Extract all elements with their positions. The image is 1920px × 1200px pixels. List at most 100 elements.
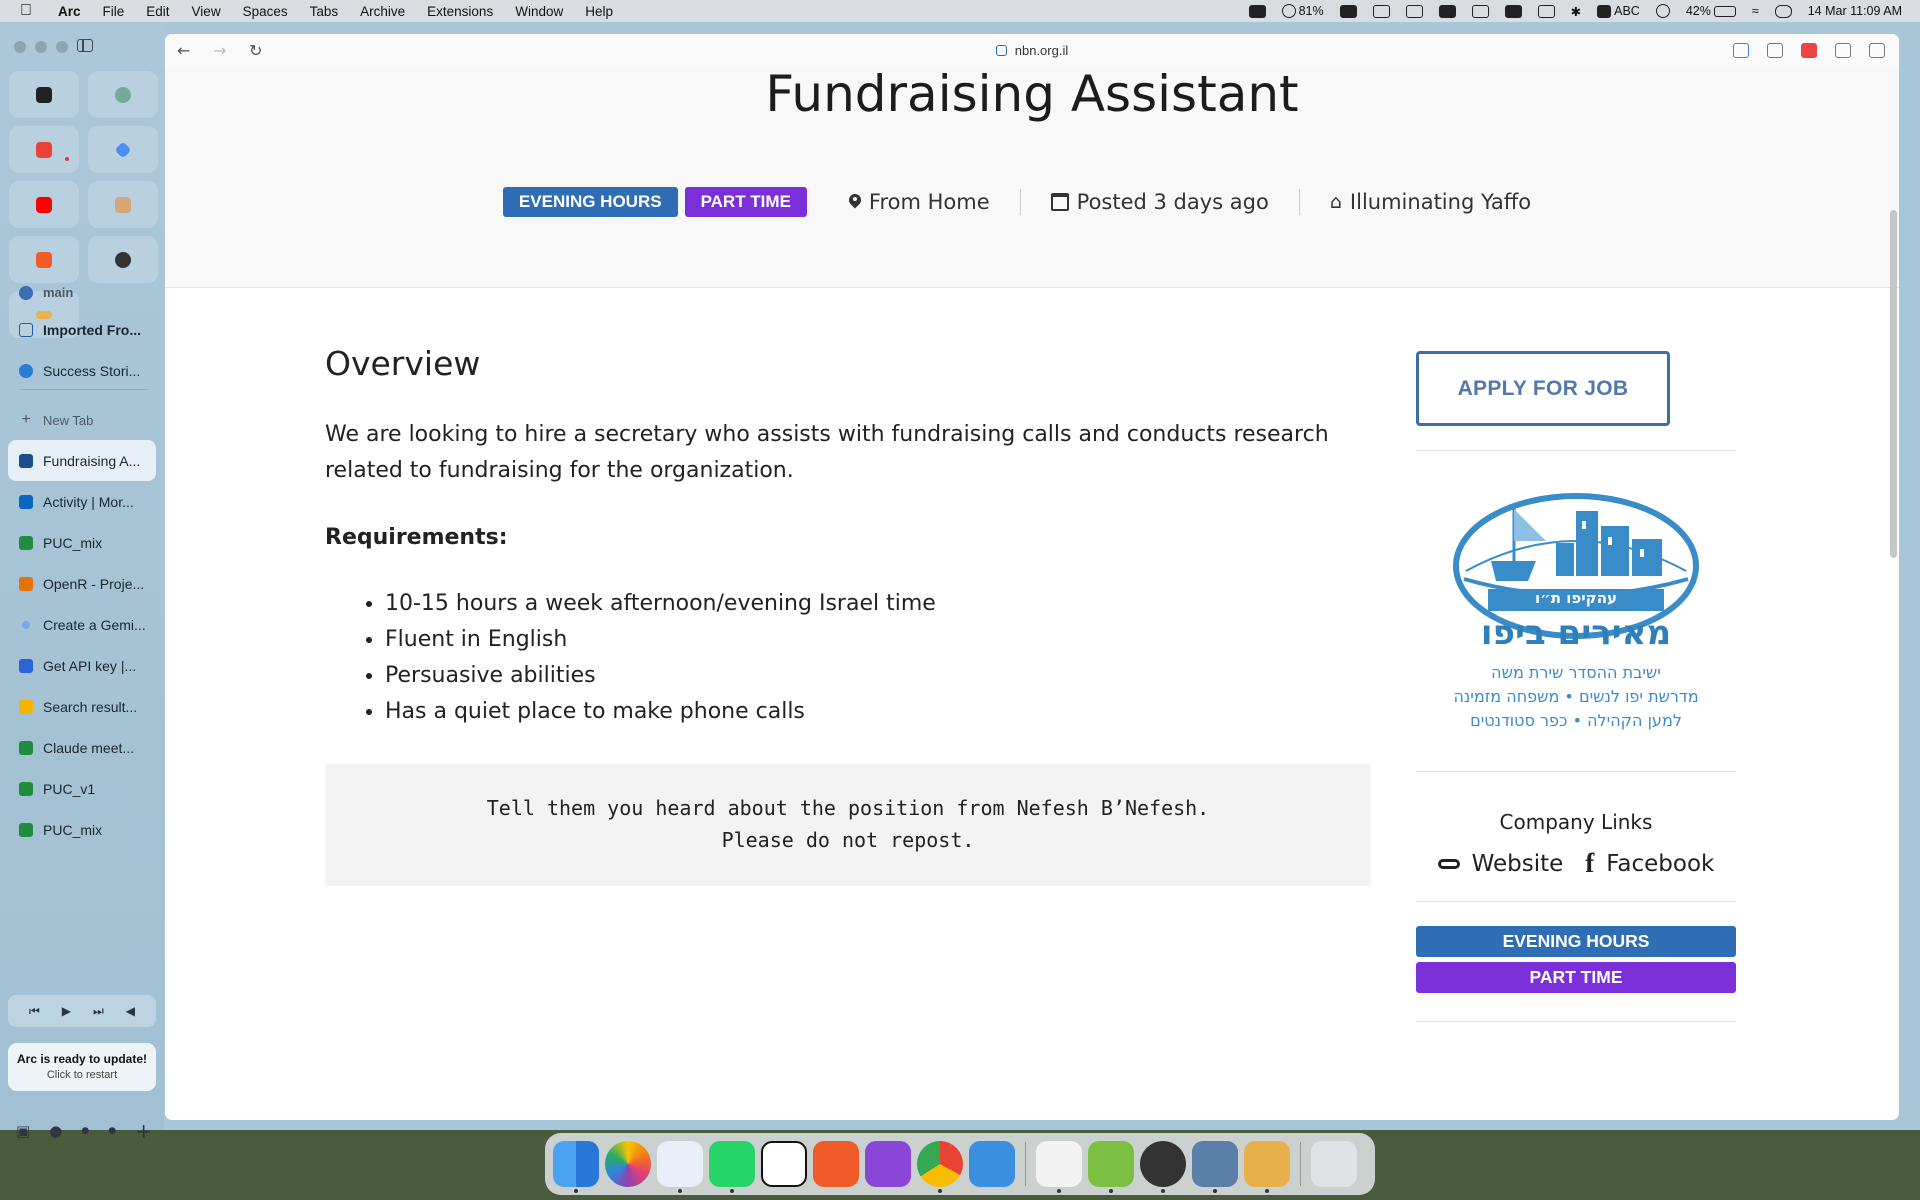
tab-item[interactable]: OpenR - Proje... [8,563,156,604]
menu-spaces[interactable]: Spaces [243,4,288,19]
pinned-folder-imported[interactable]: Imported Fro... [8,309,156,350]
xcode-icon[interactable] [1244,1141,1290,1193]
previous-track-icon[interactable]: ⏮ [29,1004,40,1019]
skype-icon[interactable] [1339,4,1357,18]
notion-icon[interactable] [761,1141,807,1187]
tab-item[interactable]: Create a Gemi... [8,604,156,645]
screenshot-icon[interactable] [1372,4,1390,18]
space-dot-icon[interactable]: ● [108,1126,116,1136]
tab-item[interactable]: Fundraising A... [8,440,156,481]
menu-tabs[interactable]: Tabs [310,4,339,19]
part-time-tag[interactable]: PART TIME [684,187,807,217]
binoculars-icon[interactable] [1504,4,1522,18]
keyboard-input[interactable]: ABC [1597,4,1640,18]
page-scrollbar[interactable] [1890,210,1897,558]
tab-label: Search result... [43,698,138,715]
tab-item[interactable]: PUC_mix [8,809,156,850]
evening-hours-tag[interactable]: EVENING HOURS [502,187,678,217]
dictation-icon[interactable] [969,1141,1015,1187]
finder-icon[interactable] [553,1141,599,1193]
extension-icon[interactable] [1767,43,1783,58]
monitor-icon[interactable] [1537,4,1555,18]
bluetooth-icon[interactable]: ✱ [1571,4,1581,19]
new-tab-button[interactable]: + New Tab [8,400,156,440]
malwarebytes-icon[interactable] [1248,4,1266,18]
sidebar-toggle-icon[interactable] [77,39,93,52]
part-time-tag[interactable]: PART TIME [1416,962,1736,993]
favorite-anthropic[interactable] [88,181,158,228]
space-label[interactable]: main [8,276,156,309]
menu-help[interactable]: Help [585,4,613,19]
favorite-gemini[interactable] [88,126,158,173]
space-planet-icon[interactable]: ● [49,1122,62,1140]
add-space-icon[interactable]: + [135,1119,152,1143]
tab-item[interactable]: Search result... [8,686,156,727]
preview-icon[interactable] [1192,1141,1238,1193]
close-window-button[interactable] [14,41,26,53]
menu-file[interactable]: File [103,4,125,19]
chat-app-icon[interactable] [865,1141,911,1187]
quicktime-icon[interactable] [1140,1141,1186,1193]
pinned-success-stories[interactable]: Success Stori... [8,350,156,391]
facebook-link[interactable]: f Facebook [1585,848,1714,879]
evening-hours-tag[interactable]: EVENING HOURS [1416,926,1736,957]
tab-item[interactable]: Activity | Mor... [8,481,156,522]
translate-icon[interactable] [1733,43,1749,58]
zoom-window-button[interactable] [56,41,68,53]
s-app-icon[interactable] [813,1141,859,1187]
menu-app-name[interactable]: Arc [58,4,81,19]
menu-view[interactable]: View [192,4,221,19]
tab-item[interactable]: Get API key |... [8,645,156,686]
extension-red-icon[interactable] [1801,43,1817,58]
split-view-icon[interactable] [1869,43,1885,58]
link-chain-icon [1437,858,1460,869]
tab-item[interactable]: Claude meet... [8,727,156,768]
tab-item[interactable]: PUC_v1 [8,768,156,809]
control-center-icon[interactable] [1774,4,1792,18]
play-icon[interactable]: ▶ [62,1004,71,1018]
photos-icon[interactable] [605,1141,651,1187]
volume-icon[interactable]: ◀ [126,1004,135,1018]
downloads-icon[interactable] [1088,1141,1134,1193]
tab-item[interactable]: PUC_mix [8,522,156,563]
overview-heading: Overview [325,344,481,383]
whatsapp-icon[interactable] [709,1141,755,1193]
menu-edit[interactable]: Edit [146,4,169,19]
favorite-youtube[interactable] [9,181,79,228]
favorite-chatgpt[interactable] [88,71,158,118]
next-track-icon[interactable]: ⏭ [93,1004,104,1019]
menu-extensions[interactable]: Extensions [427,4,493,19]
apply-for-job-button[interactable]: APPLY FOR JOB [1416,351,1670,426]
clock[interactable]: 14 Mar 11:09 AM [1808,4,1902,18]
trash-icon[interactable] [1311,1141,1357,1187]
site-info-icon[interactable] [995,45,1007,56]
notice-line: Tell them you heard about the position f… [486,795,1210,820]
minimize-window-button[interactable] [35,41,47,53]
clipboard-icon[interactable] [1438,4,1456,18]
space-dot-icon[interactable]: ● [81,1126,89,1136]
wifi-icon[interactable]: ≈ [1752,4,1759,18]
update-banner[interactable]: Arc is ready to update! Click to restart [8,1043,156,1091]
job-company[interactable]: ⌂ Illuminating Yaffo [1300,190,1561,214]
company-logo[interactable]: עהקיפו ת״ו מאירים ביפו ישיבת ההסדר שירת … [1416,451,1736,731]
menu-archive[interactable]: Archive [360,4,405,19]
gemini-dot-icon [22,620,30,629]
battery-status[interactable]: 42% [1686,4,1736,18]
progress-status[interactable]: 81% [1281,4,1324,18]
textedit-icon[interactable] [1036,1141,1082,1193]
affinity-icon[interactable] [657,1141,703,1193]
menu-window[interactable]: Window [515,4,563,19]
website-link[interactable]: Website [1437,851,1563,877]
app-status-icon[interactable] [1405,4,1423,18]
layers-icon[interactable] [1471,4,1489,18]
apple-menu-icon[interactable]:  [20,2,44,20]
chrome-icon[interactable] [917,1141,963,1193]
archive-icon[interactable]: ▣ [16,1122,30,1140]
tab-label: Create a Gemi... [43,616,146,633]
play-status-icon[interactable] [1655,4,1670,18]
url-bar[interactable]: nbn.org.il [165,43,1899,58]
menubar-status-area: 81% ✱ ABC 42% ≈ 14 Mar 11:09 AM [1248,4,1902,19]
favorite-1[interactable] [9,71,79,118]
reader-icon[interactable] [1835,43,1851,58]
favorite-gmail[interactable] [9,126,79,173]
